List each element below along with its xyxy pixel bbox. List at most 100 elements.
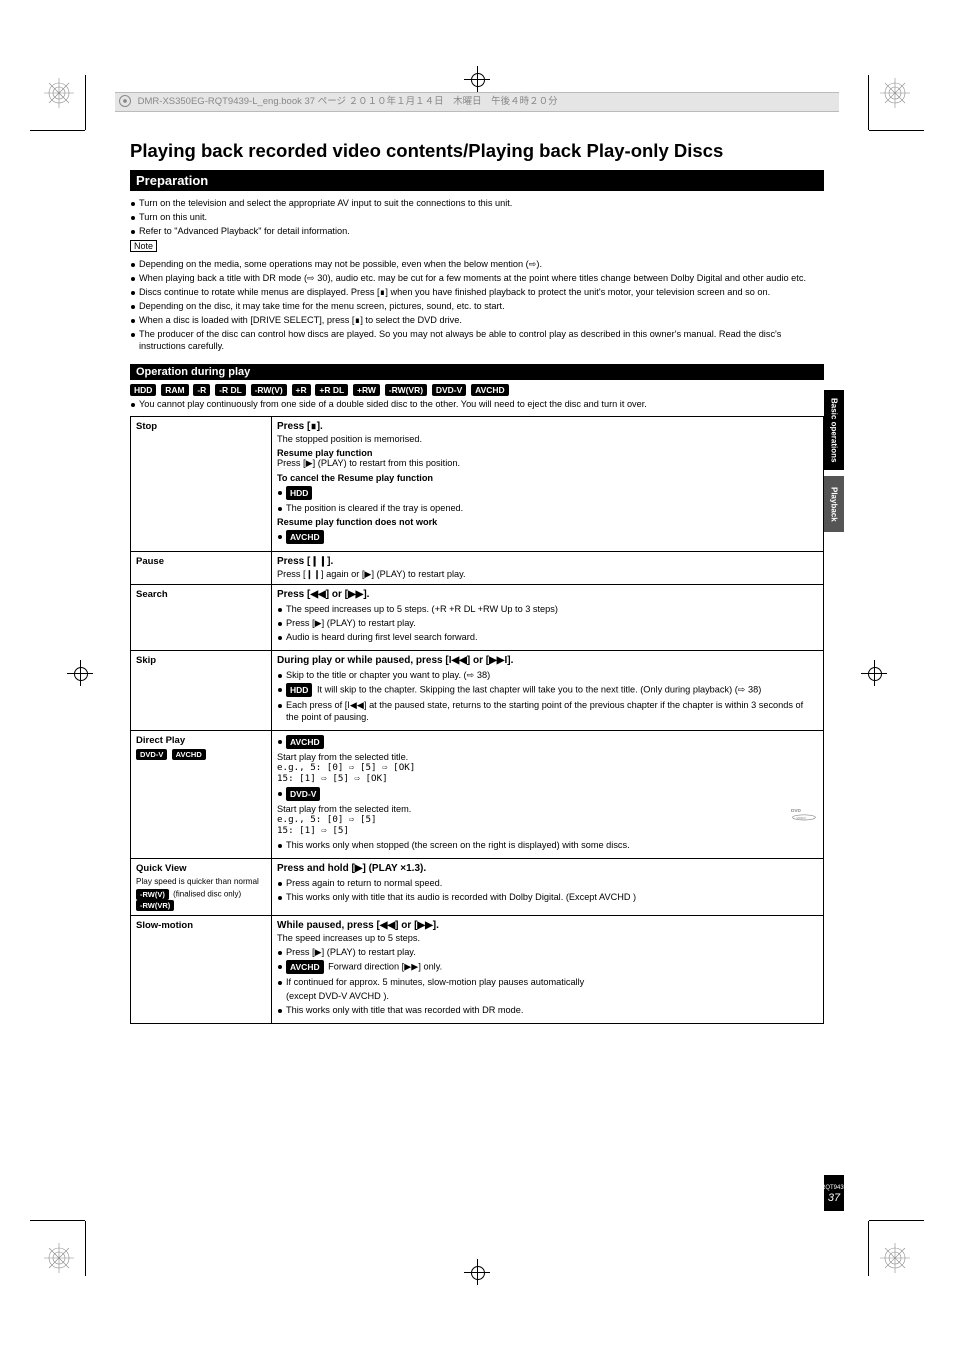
list-item: Refer to "Advanced Playback" for detail …: [130, 225, 824, 237]
disc-tag: DVD-V: [136, 749, 167, 760]
list-item: Press [▶] (PLAY) to restart play.: [277, 946, 818, 958]
list-item: When playing back a title with DR mode (…: [130, 272, 824, 284]
book-icon: [119, 95, 131, 107]
op-name: Skip: [131, 651, 272, 731]
op-desc: During play or while paused, press [I◀◀]…: [272, 651, 824, 731]
disc-tag: -R DL: [215, 384, 246, 396]
disc-tag: DVD-V: [432, 384, 466, 396]
svg-text:DVD: DVD: [791, 808, 801, 813]
disc-tag: +R: [292, 384, 311, 396]
disc-tag: HDD: [286, 683, 312, 697]
list-item: Depending on the disc, it may take time …: [130, 300, 824, 312]
op-name: Direct Play DVD-V AVCHD: [131, 731, 272, 859]
preparation-list: Turn on the television and select the ap…: [130, 197, 824, 237]
ops-table: Stop Press [∎]. The stopped position is …: [130, 416, 824, 1024]
extra-text: Play speed is quicker than normal: [136, 877, 266, 886]
list-item: When a disc is loaded with [DRIVE SELECT…: [130, 314, 824, 326]
list-item: This works only with title that its audi…: [277, 891, 818, 903]
disc-tag: AVCHD: [286, 735, 324, 749]
page-body: Basic operations Playback RQT9439 37 Pla…: [130, 140, 824, 1211]
disc-tag: -RW(VR): [385, 384, 427, 396]
list-item: This works only with title that was reco…: [277, 1004, 818, 1016]
crosshair-icon: [464, 66, 490, 92]
list-item: Skip to the title or chapter you want to…: [277, 669, 818, 681]
list-item: AVCHD Forward direction [▶▶] only.: [277, 960, 818, 974]
list-item: DVD-V: [277, 787, 818, 801]
sheet: DMR-XS350EG-RQT9439-L_eng.book 37 ページ ２０…: [0, 0, 954, 1351]
table-row: Slow-motion While paused, press [◀◀] or …: [131, 916, 824, 1024]
table-row: Search Press [◀◀] or [▶▶]. The speed inc…: [131, 585, 824, 651]
disc-tag: HDD: [286, 486, 312, 500]
reg-rosette-icon: [880, 78, 910, 108]
print-header: DMR-XS350EG-RQT9439-L_eng.book 37 ページ ２０…: [115, 92, 839, 112]
list-item: Depending on the media, some operations …: [130, 258, 824, 270]
notes-list: Depending on the media, some operations …: [130, 258, 824, 352]
crop-mark: [85, 1221, 86, 1276]
op-name: Search: [131, 585, 272, 651]
svg-text:VIDEO: VIDEO: [796, 816, 806, 820]
op-desc: Press and hold [▶] (PLAY ×1.3). Press ag…: [272, 859, 824, 916]
print-header-text: DMR-XS350EG-RQT9439-L_eng.book 37 ページ ２０…: [138, 96, 558, 107]
list-item: AVCHD: [277, 735, 818, 749]
crop-mark: [30, 130, 85, 131]
op-name: Pause: [131, 552, 272, 585]
list-item: If continued for approx. 5 minutes, slow…: [277, 976, 818, 988]
disc-tag: +RW: [353, 384, 380, 396]
reg-rosette-icon: [44, 1243, 74, 1273]
disc-tag: AVCHD: [471, 384, 509, 396]
tag-note: You cannot play continuously from one si…: [130, 398, 824, 410]
page-title: Playing back recorded video contents/Pla…: [130, 140, 824, 162]
list-item: This works only when stopped (the screen…: [277, 839, 818, 851]
table-row: Quick View Play speed is quicker than no…: [131, 859, 824, 916]
list-item: Each press of [I◀◀] at the paused state,…: [277, 699, 818, 723]
crop-mark: [85, 75, 86, 130]
disc-tag: -RW(V): [136, 889, 169, 900]
list-item: Press again to return to normal speed.: [277, 877, 818, 889]
extra-tags: -RW(V) (finalised disc only) -RW(VR): [136, 889, 266, 911]
disc-tag: AVCHD: [286, 960, 324, 974]
tag-row: HDD RAM -R -R DL -RW(V) +R +R DL +RW -RW…: [130, 384, 824, 396]
list-item: The position is cleared if the tray is o…: [277, 502, 818, 514]
list-item: Discs continue to rotate while menus are…: [130, 286, 824, 298]
disc-tag: AVCHD: [172, 749, 206, 760]
crosshair-icon: [861, 660, 887, 686]
section-ops: Operation during play: [130, 364, 824, 380]
op-desc: AVCHD Start play from the selected title…: [272, 731, 824, 859]
table-row: Skip During play or while paused, press …: [131, 651, 824, 731]
side-tab-basic: Basic operations: [824, 390, 844, 470]
list-item: You cannot play continuously from one si…: [130, 398, 824, 410]
reg-rosette-icon: [880, 1243, 910, 1273]
op-desc: While paused, press [◀◀] or [▶▶]. The sp…: [272, 916, 824, 1024]
list-item: AVCHD: [277, 530, 818, 544]
page-number: 37: [828, 1193, 840, 1203]
list-item: Audio is heard during first level search…: [277, 631, 818, 643]
table-row: Pause Press [❙❙]. Press [❙❙] again or [▶…: [131, 552, 824, 585]
list-item: Turn on the television and select the ap…: [130, 197, 824, 209]
op-desc: Press [❙❙]. Press [❙❙] again or [▶] (PLA…: [272, 552, 824, 585]
disc-tag: AVCHD: [286, 530, 324, 544]
list-item: The producer of the disc can control how…: [130, 328, 824, 352]
op-desc: Press [∎]. The stopped position is memor…: [272, 417, 824, 552]
op-name: Stop: [131, 417, 272, 552]
crop-mark: [869, 1220, 924, 1221]
crosshair-icon: [67, 660, 93, 686]
crosshair-icon: [464, 1259, 490, 1285]
op-name: Slow-motion: [131, 916, 272, 1024]
page-number-tab: RQT9439 37: [824, 1175, 844, 1211]
disc-tag: -RW(V): [251, 384, 287, 396]
op-name: Quick View Play speed is quicker than no…: [131, 859, 272, 916]
list-item: Press [▶] (PLAY) to restart play.: [277, 617, 818, 629]
section-preparation: Preparation: [130, 170, 824, 191]
crop-mark: [30, 1220, 85, 1221]
reg-rosette-icon: [44, 78, 74, 108]
table-row: Direct Play DVD-V AVCHD AVCHD Start play…: [131, 731, 824, 859]
list-item: HDD: [277, 486, 818, 500]
table-row: Stop Press [∎]. The stopped position is …: [131, 417, 824, 552]
note-box-label: Note: [130, 240, 157, 252]
side-tab-playback: Playback: [824, 476, 844, 532]
disc-tag: +R DL: [315, 384, 348, 396]
disc-tag: HDD: [130, 384, 156, 396]
extra-tags: DVD-V AVCHD: [136, 749, 266, 760]
disc-tag: -R: [193, 384, 210, 396]
disc-tag: RAM: [161, 384, 188, 396]
